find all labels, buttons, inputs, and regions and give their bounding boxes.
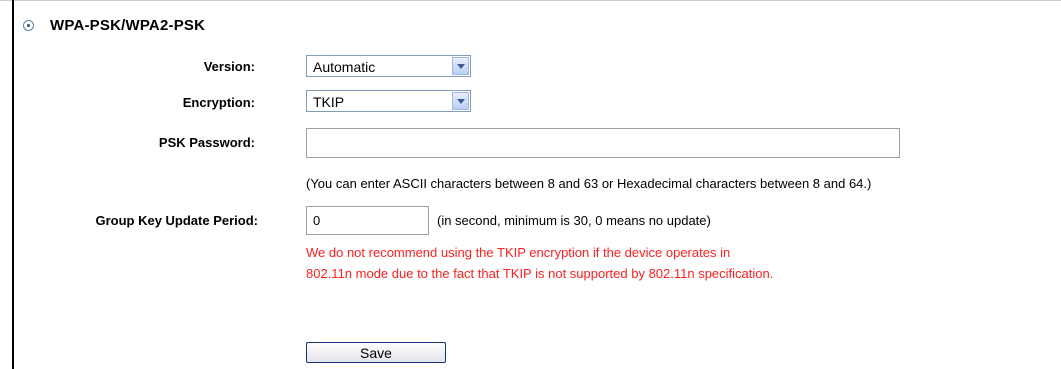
group-key-input[interactable]: 0 <box>306 206 429 235</box>
encryption-label: Encryption: <box>182 95 255 110</box>
tkip-warning-line1: We do not recommend using the TKIP encry… <box>306 245 731 260</box>
wpa-psk-radio[interactable] <box>23 20 34 31</box>
encryption-value: TKIP <box>313 94 345 110</box>
version-value: Automatic <box>313 59 376 75</box>
radio-selected-dot <box>27 24 30 27</box>
group-key-label: Group Key Update Period: <box>95 213 258 228</box>
save-button[interactable]: Save <box>306 342 446 363</box>
version-label: Version: <box>203 59 255 74</box>
top-border <box>0 0 1061 1</box>
psk-password-hint: (You can enter ASCII characters between … <box>306 176 872 191</box>
version-select[interactable]: Automatic <box>306 55 471 77</box>
group-key-hint: (in second, minimum is 30, 0 means no up… <box>437 213 711 228</box>
section-title: WPA-PSK/WPA2-PSK <box>50 17 206 34</box>
psk-password-input[interactable] <box>306 128 900 158</box>
left-border <box>12 0 14 369</box>
chevron-down-icon[interactable] <box>452 57 469 75</box>
encryption-select[interactable]: TKIP <box>306 90 471 112</box>
tkip-warning-line2: 802.11n mode due to the fact that TKIP i… <box>306 266 774 281</box>
psk-password-label: PSK Password: <box>158 135 255 150</box>
chevron-down-icon[interactable] <box>452 92 469 110</box>
